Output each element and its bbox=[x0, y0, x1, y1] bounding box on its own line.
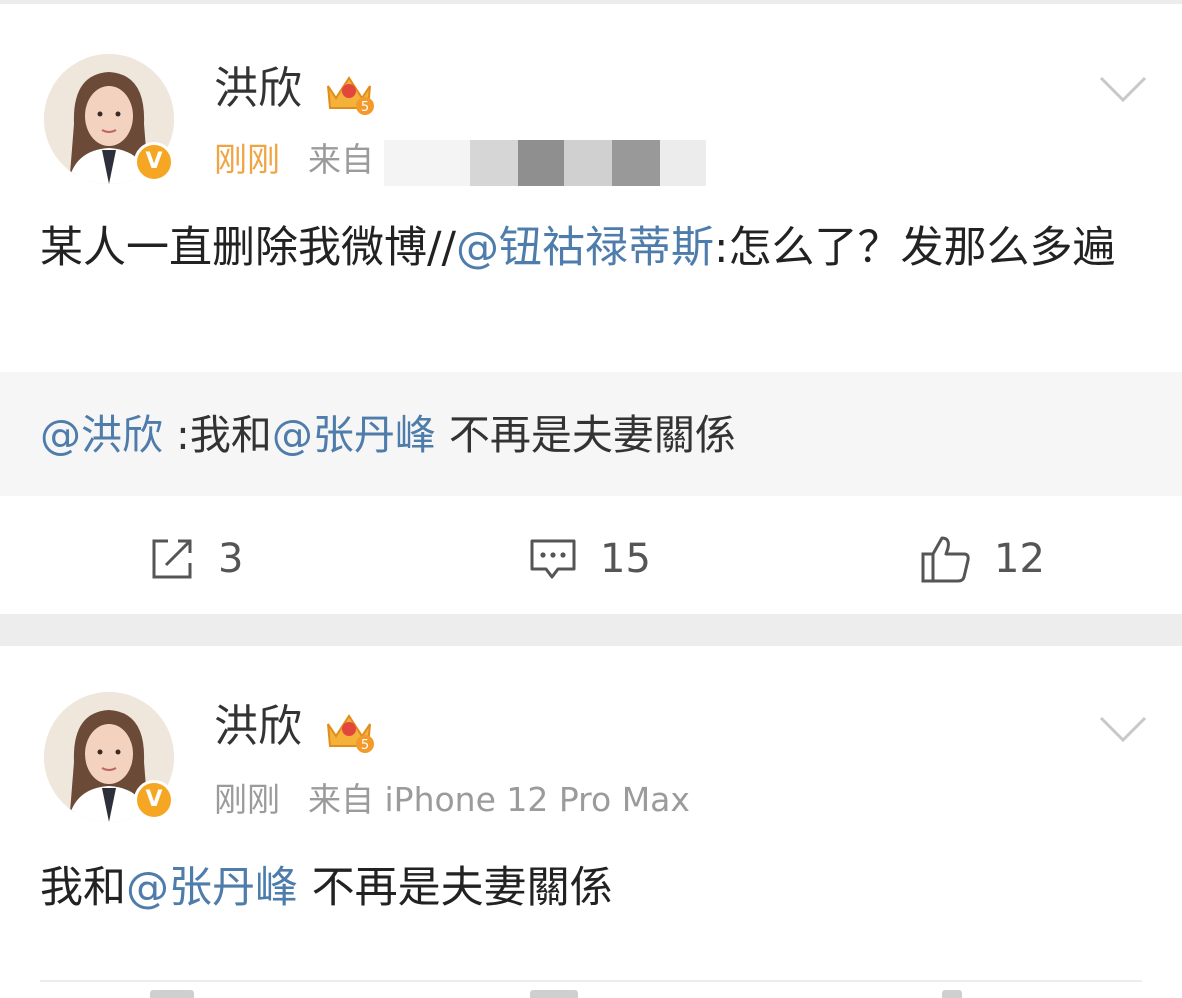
post-text: 某人一直删除我微博//@钮祜禄蒂斯:怎么了？发那么多遍 bbox=[40, 212, 1140, 284]
mention-link[interactable]: @张丹峰 bbox=[126, 863, 298, 913]
post-source-label: 来自 bbox=[308, 780, 374, 819]
crown-level-icon: 5 bbox=[327, 76, 374, 115]
repost-text: @洪欣 :我和@张丹峰 不再是夫妻關係 bbox=[40, 408, 736, 462]
comment-count: 15 bbox=[600, 536, 651, 582]
post-source-label: 来自 bbox=[308, 140, 374, 179]
like-icon bbox=[921, 536, 970, 583]
obscured-source bbox=[384, 140, 470, 186]
repost-author-link[interactable]: @洪欣 bbox=[40, 411, 163, 459]
crown-level-icon: 5 bbox=[327, 714, 374, 753]
post-time: 刚刚 bbox=[214, 140, 280, 179]
post-text-segment: :怎么了？发那么多遍 bbox=[713, 223, 1116, 273]
mention-link[interactable]: @钮祜禄蒂斯 bbox=[456, 223, 714, 273]
repost-text-segment: 我和 bbox=[189, 411, 272, 459]
post-meta: 刚刚 来自 bbox=[214, 138, 374, 182]
comment-icon bbox=[530, 539, 576, 579]
chevron-down-icon[interactable] bbox=[1098, 74, 1148, 104]
obscured-source bbox=[612, 140, 660, 186]
repost-text-segment: 不再是夫妻關係 bbox=[435, 411, 736, 459]
feed-separator bbox=[0, 614, 1182, 646]
feed-post: V 洪欣 5 刚刚 来自 某人一直删除我微博//@钮祜禄蒂斯:怎么了？发那么多遍 … bbox=[0, 4, 1182, 614]
post-source: iPhone 12 Pro Max bbox=[384, 780, 690, 819]
obscured-source bbox=[564, 140, 612, 186]
verified-icon: V bbox=[134, 780, 174, 820]
share-icon bbox=[152, 539, 192, 579]
username[interactable]: 洪欣 bbox=[214, 62, 302, 116]
post-time: 刚刚 bbox=[214, 780, 280, 819]
action-bar: 3 15 12 bbox=[0, 504, 1182, 614]
level-number: 5 bbox=[361, 738, 369, 753]
post-text-segment: 我和 bbox=[40, 863, 126, 913]
verified-icon: V bbox=[134, 142, 174, 182]
post-text-segment: 不再是夫妻關係 bbox=[298, 863, 613, 913]
action-bar-divider bbox=[40, 980, 1142, 982]
username[interactable]: 洪欣 bbox=[214, 700, 302, 754]
repost-box[interactable]: @洪欣 :我和@张丹峰 不再是夫妻關係 bbox=[0, 372, 1182, 496]
repost-separator: : bbox=[163, 411, 190, 459]
like-button[interactable]: 12 bbox=[920, 534, 1045, 584]
obscured-source bbox=[518, 140, 564, 186]
post-text-segment: 某人一直删除我微博// bbox=[40, 223, 456, 273]
like-count: 12 bbox=[994, 536, 1045, 582]
level-number: 5 bbox=[361, 100, 369, 115]
post-text: 我和@张丹峰 不再是夫妻關係 bbox=[40, 852, 1140, 924]
comment-button[interactable]: 15 bbox=[528, 534, 651, 584]
post-meta: 刚刚 来自 iPhone 12 Pro Max bbox=[214, 778, 690, 822]
obscured-source bbox=[660, 140, 706, 186]
share-button[interactable]: 3 bbox=[148, 534, 243, 584]
mention-link[interactable]: @张丹峰 bbox=[272, 411, 436, 459]
feed-post: V 洪欣 5 刚刚 来自 iPhone 12 Pro Max 我和@张丹峰 不再是… bbox=[0, 646, 1182, 998]
chevron-down-icon[interactable] bbox=[1098, 714, 1148, 744]
share-count: 3 bbox=[218, 536, 244, 582]
obscured-source bbox=[470, 140, 518, 186]
